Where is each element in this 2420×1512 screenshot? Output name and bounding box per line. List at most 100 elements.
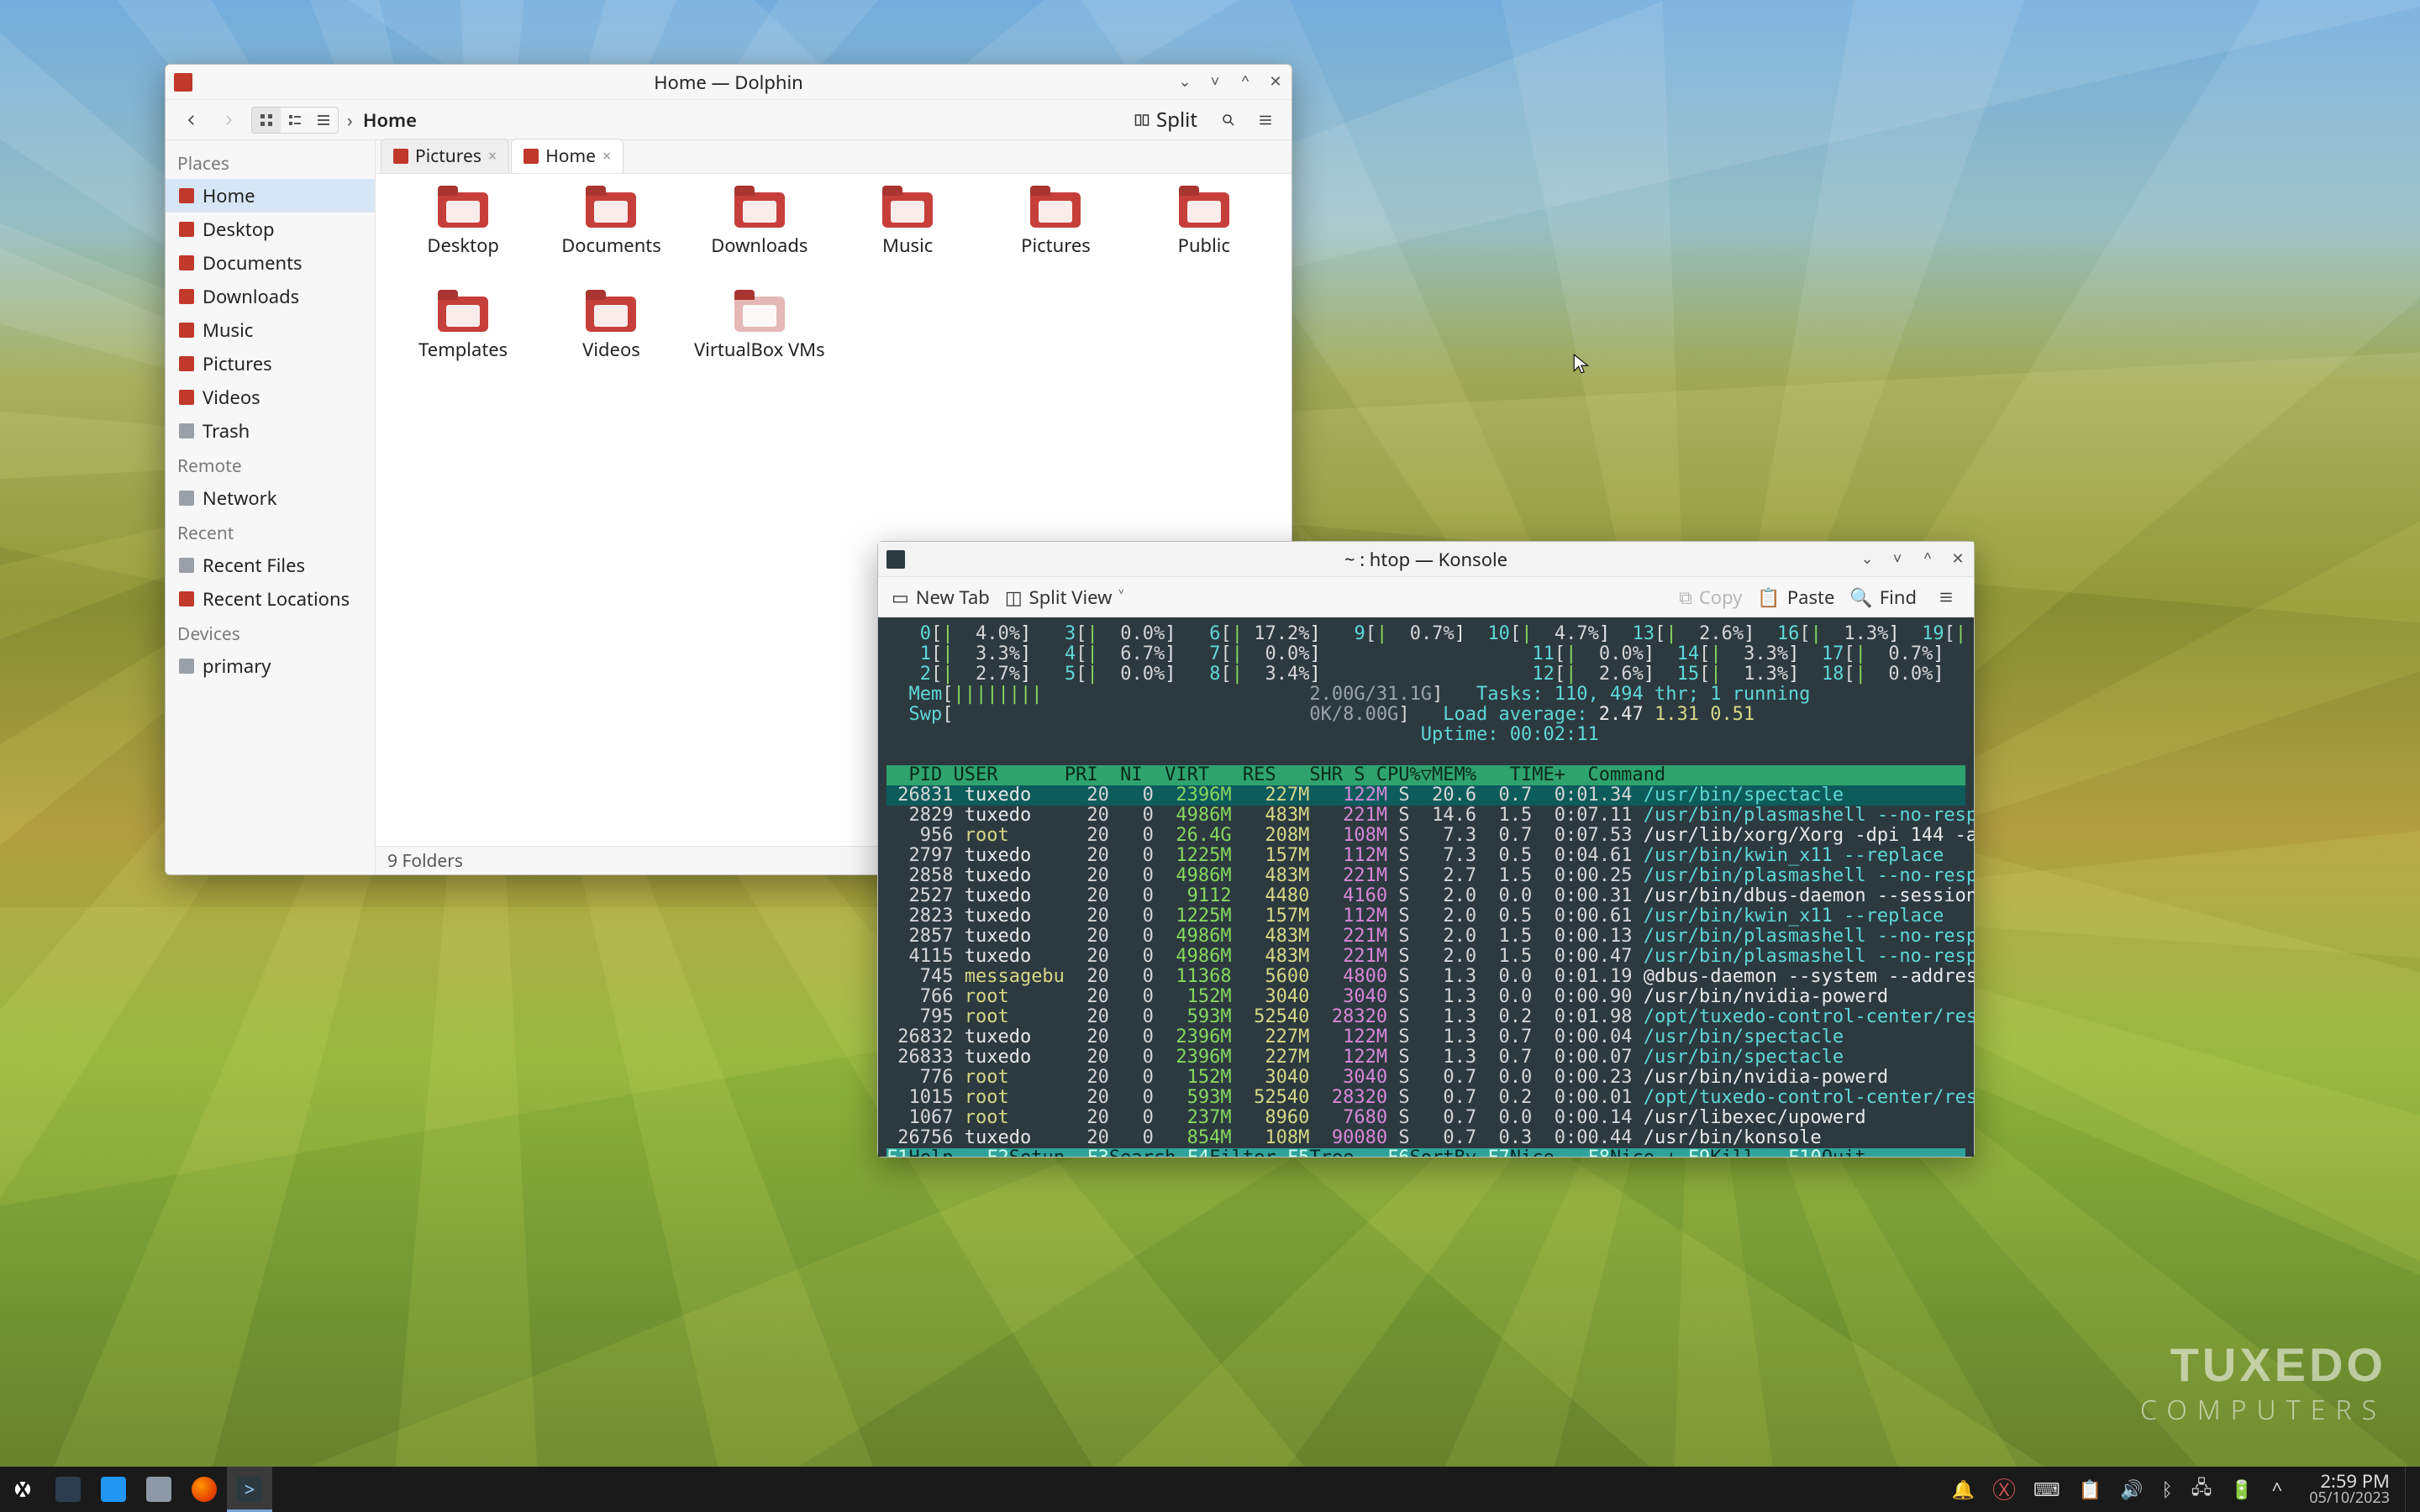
network-icon[interactable]: 🖧: [2191, 1473, 2212, 1505]
split-view-button[interactable]: Split: [1126, 102, 1206, 137]
bluetooth-icon[interactable]: ᛒ: [2162, 1477, 2173, 1502]
terminal-output[interactable]: 0[| 4.0%] 3[| 0.0%] 6[| 17.2%] 9[| 0.7%]…: [878, 617, 1974, 1157]
tab-close-icon[interactable]: ×: [488, 146, 497, 166]
folder-label: Music: [882, 233, 933, 258]
breadcrumb[interactable]: › Home: [347, 108, 417, 133]
sidebar-section-header: Devices: [166, 616, 375, 649]
folder-label: Downloads: [711, 233, 808, 258]
clipboard-icon[interactable]: 📋: [2079, 1477, 2102, 1502]
folder-item[interactable]: Desktop: [391, 189, 535, 290]
volume-icon[interactable]: 🔊: [2120, 1477, 2143, 1502]
sidebar-item-label: Pictures: [203, 351, 272, 376]
folder-item[interactable]: Music: [835, 189, 980, 290]
chevron-right-icon: [221, 113, 236, 128]
sidebar-item[interactable]: Home: [166, 179, 375, 213]
folder-icon: [586, 192, 636, 228]
konsole-titlebar[interactable]: ~ : htop — Konsole ⌄ ˅ ^ ✕: [878, 542, 1974, 577]
notifications-icon[interactable]: 🔔: [1952, 1477, 1975, 1502]
sidebar-item-label: Documents: [203, 250, 302, 276]
tuxedo-tray-icon[interactable]: X: [1993, 1478, 2015, 1500]
sidebar-item[interactable]: Recent Locations: [166, 582, 375, 616]
folder-icon: [179, 558, 194, 573]
view-compact-button[interactable]: [281, 108, 309, 133]
paste-button[interactable]: 📋Paste: [1757, 585, 1834, 610]
view-icons-button[interactable]: [252, 108, 281, 133]
grid-icon: [260, 113, 273, 127]
breadcrumb-current[interactable]: Home: [363, 108, 417, 133]
sidebar-item[interactable]: Network: [166, 481, 375, 515]
folder-icon: [179, 591, 194, 606]
dolphin-sidebar: PlacesHomeDesktop Documents Downloads Music…: [166, 140, 376, 874]
task-discover-button[interactable]: [91, 1467, 136, 1512]
sidebar-item[interactable]: Trash: [166, 414, 375, 448]
folder-item[interactable]: Public: [1132, 189, 1276, 290]
tab-close-icon[interactable]: ×: [602, 146, 611, 166]
view-details-button[interactable]: [309, 108, 338, 133]
folder-icon: [179, 222, 194, 237]
system-tray: 🔔 X ⌨ 📋 🔊 ᛒ 🖧 🔋 ^: [1940, 1473, 2295, 1505]
window-maximize-down-button[interactable]: ˅: [1886, 549, 1908, 570]
sidebar-item[interactable]: Documents: [166, 246, 375, 280]
folder-item[interactable]: Downloads: [687, 189, 832, 290]
sidebar-item[interactable]: primary: [166, 649, 375, 683]
folder-label: Public: [1178, 233, 1230, 258]
window-minimize-button[interactable]: ⌄: [1174, 71, 1196, 93]
folder-item[interactable]: Videos: [539, 293, 683, 394]
folder-item[interactable]: Pictures: [983, 189, 1128, 290]
dolphin-titlebar[interactable]: Home — Dolphin ⌄ ˅ ^ ✕: [166, 65, 1292, 100]
search-icon: [1221, 113, 1236, 128]
tab[interactable]: Home×: [511, 139, 623, 173]
sidebar-item[interactable]: Desktop: [166, 213, 375, 246]
sidebar-section-header: Places: [166, 145, 375, 179]
folder-item[interactable]: Documents: [539, 189, 683, 290]
sidebar-item[interactable]: Downloads: [166, 280, 375, 313]
battery-icon[interactable]: 🔋: [2230, 1477, 2253, 1502]
sidebar-item-label: Downloads: [203, 284, 299, 309]
task-firefox-button[interactable]: [182, 1467, 227, 1512]
app-launcher-button[interactable]: X: [0, 1467, 45, 1512]
sidebar-item-label: Trash: [203, 418, 250, 444]
window-close-button[interactable]: ✕: [1265, 71, 1286, 93]
find-button[interactable]: 🔍Find: [1849, 585, 1917, 610]
nav-forward-button[interactable]: [214, 106, 243, 134]
folder-label: Videos: [582, 337, 640, 362]
window-minimize-button[interactable]: ⌄: [1856, 549, 1878, 570]
new-tab-button[interactable]: ▭New Tab: [892, 585, 990, 610]
konsole-title: ~ : htop — Konsole: [1344, 547, 1507, 572]
search-button[interactable]: [1214, 106, 1243, 134]
keyboard-layout-icon[interactable]: ⌨: [2033, 1477, 2060, 1502]
sidebar-section-header: Remote: [166, 448, 375, 481]
desktop-watermark: TUXEDO COMPUTERS: [2140, 1337, 2386, 1428]
folder-icon: [179, 390, 194, 405]
konsole-toolbar: ▭New Tab ◫Split View ˅ ⧉Copy 📋Paste 🔍Fin…: [878, 577, 1974, 617]
window-close-button[interactable]: ✕: [1947, 549, 1969, 570]
panel-clock[interactable]: 2:59 PM 05/10/2023: [2294, 1473, 2405, 1506]
task-manager-system-button[interactable]: [45, 1467, 91, 1512]
window-maximize-button[interactable]: ^: [1234, 71, 1256, 93]
konsole-app-icon: [886, 550, 905, 569]
hamburger-menu-button[interactable]: [1932, 583, 1960, 612]
sidebar-item[interactable]: Videos: [166, 381, 375, 414]
window-maximize-down-button[interactable]: ˅: [1204, 71, 1226, 93]
folder-label: Pictures: [1021, 233, 1091, 258]
folder-icon: [179, 659, 194, 674]
chevron-right-icon: ›: [347, 108, 353, 133]
task-files-button[interactable]: [136, 1467, 182, 1512]
show-desktop-button[interactable]: [2405, 1467, 2420, 1512]
folder-label: VirtualBox VMs: [694, 337, 825, 362]
konsole-window: ~ : htop — Konsole ⌄ ˅ ^ ✕ ▭New Tab ◫Spl…: [877, 541, 1975, 1158]
sidebar-item[interactable]: Recent Files: [166, 549, 375, 582]
window-maximize-button[interactable]: ^: [1917, 549, 1939, 570]
split-view-button[interactable]: ◫Split View ˅: [1005, 585, 1124, 610]
nav-back-button[interactable]: [177, 106, 206, 134]
compact-icon: [288, 113, 302, 127]
sidebar-item[interactable]: Music: [166, 313, 375, 347]
tray-expand-icon[interactable]: ^: [2272, 1477, 2283, 1502]
hamburger-menu-button[interactable]: [1251, 106, 1280, 134]
task-konsole-button[interactable]: >: [227, 1467, 272, 1512]
tab[interactable]: Pictures×: [381, 139, 509, 173]
folder-item[interactable]: VirtualBox VMs: [687, 293, 832, 394]
copy-button[interactable]: ⧉Copy: [1679, 585, 1742, 610]
folder-item[interactable]: Templates: [391, 293, 535, 394]
sidebar-item[interactable]: Pictures: [166, 347, 375, 381]
